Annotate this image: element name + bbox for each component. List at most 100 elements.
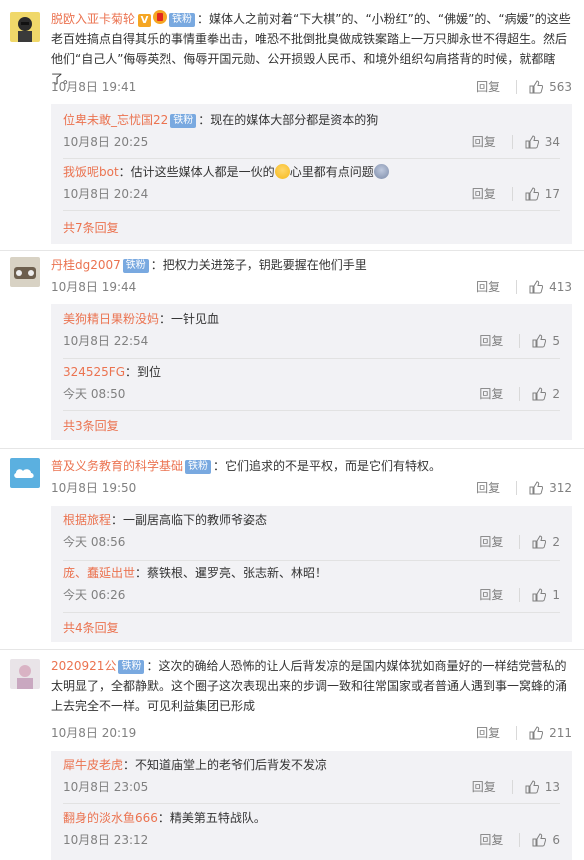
divider [519, 387, 521, 401]
reply-button[interactable]: 回复 [479, 532, 503, 552]
reply-text: 心里都有点问题 [289, 165, 374, 179]
reply-username[interactable]: 324525FG [63, 365, 125, 379]
thumbs-up-icon[interactable] [532, 334, 547, 348]
reply-divider [63, 210, 560, 211]
fear-emoji-icon [373, 164, 389, 179]
reply-button[interactable]: 回复 [472, 132, 496, 152]
reply: 我饭呢bot：估计这些媒体人都是一伙的 心里都有点问题 [63, 162, 560, 182]
reply: 犀牛皮老虎：不知道庙堂上的老爷们后背发不发凉 [63, 755, 560, 775]
more-replies-link[interactable]: 共4条回复 [63, 618, 119, 638]
divider [516, 80, 518, 94]
reply-text: ：精美第五特战队。 [157, 811, 266, 825]
fan-badge[interactable]: 铁粉 [170, 114, 197, 128]
reply-meta: 10月8日 20:24 回复 17 [63, 184, 560, 204]
reply-button[interactable]: 回复 [476, 77, 500, 97]
reply-username[interactable]: 位卑未敢_忘忧国22 [63, 113, 168, 127]
divider [519, 535, 521, 549]
username-link[interactable]: 2020921公 [51, 659, 116, 673]
thumbs-up-icon[interactable] [529, 726, 544, 740]
divider [519, 833, 521, 847]
reply-meta: 10月8日 20:25 回复 34 [63, 132, 560, 152]
username-link[interactable]: 脱欧入亚卡菊轮 [51, 12, 135, 26]
fan-badge[interactable]: 铁粉 [169, 13, 196, 27]
reply-divider [63, 803, 560, 804]
timestamp: 10月8日 23:12 [63, 833, 149, 847]
avatar[interactable] [10, 12, 40, 42]
divider [511, 780, 513, 794]
timestamp: 10月8日 20:24 [63, 187, 149, 201]
avatar[interactable] [10, 257, 40, 287]
timestamp: 10月8日 19:50 [51, 481, 137, 495]
reply-text: ：现在的媒体大部分都是资本的狗 [198, 113, 379, 127]
thumbs-up-icon[interactable] [529, 481, 544, 495]
thumbs-up-icon[interactable] [525, 187, 539, 201]
reply-divider [63, 358, 560, 359]
like-count: 13 [544, 780, 560, 794]
reply-meta: 今天 08:50 回复 2 [63, 384, 560, 404]
reply-username[interactable]: 我饭呢bot [63, 165, 119, 179]
reply-username[interactable]: 犀牛皮老虎 [63, 758, 123, 772]
reply-text: ：一针见血 [159, 312, 220, 326]
username-link[interactable]: 丹桂dg2007 [51, 258, 121, 272]
divider [519, 588, 521, 602]
fan-badge[interactable]: 铁粉 [118, 660, 145, 674]
comment-body: 丹桂dg2007 铁粉 ：把权力关进笼子，钥匙要握在他们手里 [51, 255, 572, 275]
reply-button[interactable]: 回复 [479, 331, 503, 351]
reply-divider [63, 612, 560, 613]
timestamp: 今天 06:26 [63, 588, 126, 602]
comment-meta: 10月8日 19:44 回复 413 [51, 277, 572, 297]
reply-text: ：一副居高临下的教师爷姿态 [111, 513, 268, 527]
thumbs-up-icon[interactable] [532, 387, 547, 401]
reply: 翻身的淡水鱼666：精美第五特战队。 [63, 808, 560, 828]
thumbs-up-icon[interactable] [529, 80, 544, 94]
reply-username[interactable]: 美狗精日果粉没妈 [63, 312, 159, 326]
reply-box: 犀牛皮老虎：不知道庙堂上的老爷们后背发不发凉 10月8日 23:05 回复 13… [51, 751, 572, 860]
avatar[interactable] [10, 659, 40, 689]
divider [511, 187, 513, 201]
reply-box: 美狗精日果粉没妈：一针见血 10月8日 22:54 回复 5 324525FG：… [51, 304, 572, 440]
reply: 位卑未敢_忘忧国22 铁粉 ：现在的媒体大部分都是资本的狗 [63, 110, 560, 130]
thumbs-up-icon[interactable] [532, 833, 547, 847]
divider [519, 334, 521, 348]
thumbs-up-icon[interactable] [525, 780, 539, 794]
fan-badge[interactable]: 铁粉 [185, 460, 212, 474]
reply-button[interactable]: 回复 [476, 478, 500, 498]
like-count: 563 [549, 80, 572, 94]
reply-button[interactable]: 回复 [472, 184, 496, 204]
timestamp: 10月8日 19:44 [51, 280, 137, 294]
comment-body: 2020921公 铁粉 ：这次的确给人恐怖的让人后背发凉的是国内媒体犹如商量好的一样… [51, 656, 572, 716]
reply: 324525FG：到位 [63, 362, 560, 382]
thumbs-up-icon[interactable] [532, 588, 547, 602]
reply-box: 位卑未敢_忘忧国22 铁粉 ：现在的媒体大部分都是资本的狗 10月8日 20:25 … [51, 104, 572, 244]
reply-username[interactable]: 庞、蠢延出世 [63, 566, 135, 580]
reply-username[interactable]: 翻身的淡水鱼666 [63, 811, 158, 825]
thumbs-up-icon[interactable] [532, 535, 547, 549]
reply-button[interactable]: 回复 [476, 277, 500, 297]
fan-badge[interactable]: 铁粉 [122, 259, 149, 273]
like-count: 6 [552, 833, 560, 847]
vip-icon [153, 10, 168, 24]
reply-button[interactable]: 回复 [479, 585, 503, 605]
avatar[interactable] [10, 458, 40, 488]
username-link[interactable]: 普及义务教育的科学基础 [51, 459, 183, 473]
divider [516, 726, 518, 740]
like-count: 413 [549, 280, 572, 294]
reply-button[interactable]: 回复 [479, 384, 503, 404]
reply-meta: 今天 08:56 回复 2 [63, 532, 560, 552]
more-replies-link[interactable]: 共3条回复 [63, 416, 119, 436]
reply-button[interactable]: 回复 [472, 777, 496, 797]
reply-divider [63, 410, 560, 411]
divider [516, 481, 518, 495]
smile-emoji-icon [274, 164, 290, 179]
thumbs-up-icon[interactable] [529, 280, 544, 294]
more-replies-link[interactable]: 共7条回复 [63, 218, 119, 238]
comment-meta: 10月8日 19:50 回复 312 [51, 478, 572, 498]
reply-button[interactable]: 回复 [476, 723, 500, 743]
reply-button[interactable]: 回复 [479, 830, 503, 850]
like-count: 17 [544, 187, 560, 201]
timestamp: 10月8日 20:19 [51, 726, 137, 740]
reply: 美狗精日果粉没妈：一针见血 [63, 309, 560, 329]
like-count: 2 [552, 535, 560, 549]
reply-username[interactable]: 根据旅程 [63, 513, 111, 527]
thumbs-up-icon[interactable] [525, 135, 539, 149]
